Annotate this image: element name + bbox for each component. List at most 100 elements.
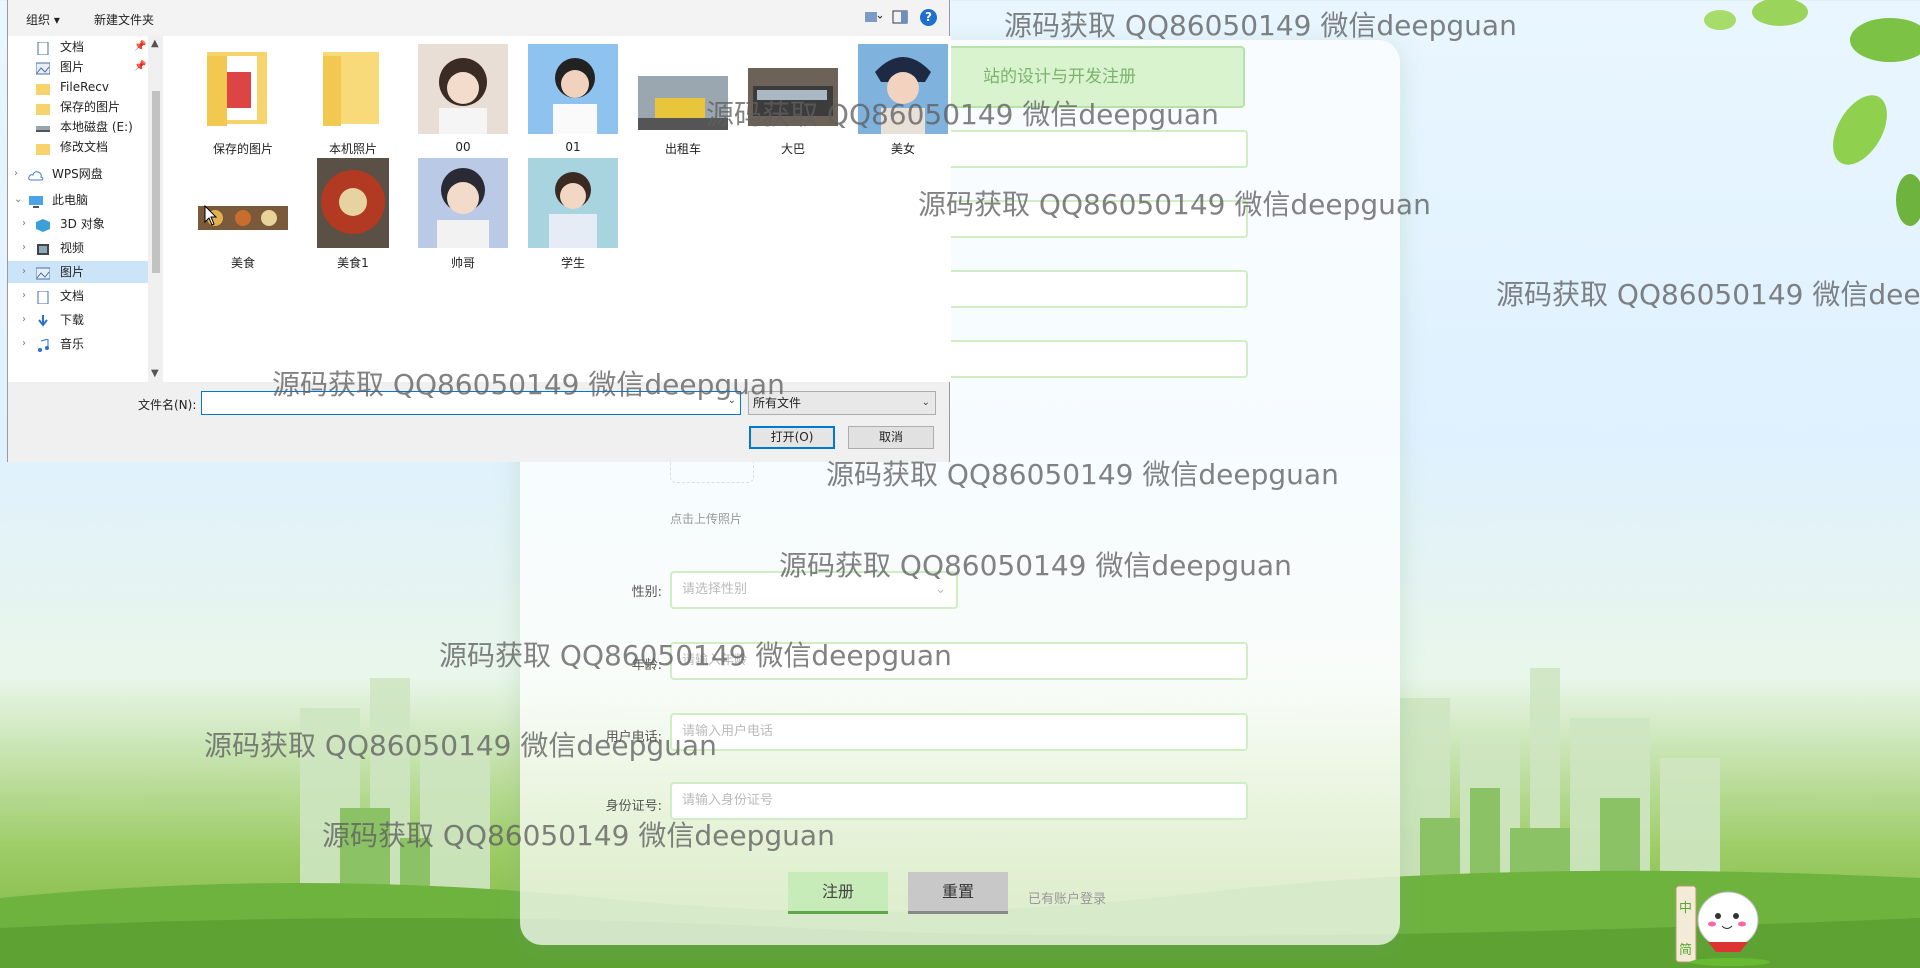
mascot-text-2: 简 bbox=[1679, 942, 1692, 958]
file-open-dialog: 组织 ▾ 新建文件夹 ? 文档 📌 图片 📌 FileRecv 保存的图片 本地… bbox=[7, 0, 951, 462]
image-thumbnail bbox=[418, 44, 508, 134]
id-number-input[interactable]: 请输入身份证号 bbox=[670, 782, 1248, 820]
nav-label: 本地磁盘 (E:) bbox=[60, 120, 133, 134]
image-thumbnail bbox=[317, 158, 389, 248]
file-name: 出租车 bbox=[664, 142, 701, 156]
nav-item-3d-objects[interactable]: › 3D 对象 bbox=[8, 213, 148, 235]
folder-icon bbox=[36, 100, 50, 115]
file-name: 保存的图片 bbox=[212, 142, 273, 156]
preview-pane-icon[interactable] bbox=[892, 10, 910, 26]
image-thumbnail bbox=[638, 76, 728, 130]
nav-scrollbar[interactable]: ▲ ▼ bbox=[148, 36, 163, 382]
file-name: 美女 bbox=[890, 142, 915, 156]
view-options-icon[interactable] bbox=[864, 10, 883, 26]
nav-item-videos[interactable]: › 视频 bbox=[8, 237, 148, 259]
scrollbar-thumb[interactable] bbox=[152, 91, 160, 273]
reset-button[interactable]: 重置 bbox=[908, 872, 1008, 914]
filetype-select[interactable]: 所有文件 ⌄ bbox=[748, 391, 936, 415]
chevron-right-icon[interactable]: › bbox=[22, 261, 26, 283]
age-input[interactable]: 请输入年龄 bbox=[670, 642, 1248, 680]
mouse-cursor-icon bbox=[204, 205, 218, 226]
chevron-down-icon[interactable]: ⌄ bbox=[728, 395, 736, 406]
download-icon bbox=[36, 313, 50, 327]
nav-item-wps-cloud[interactable]: › WPS网盘 bbox=[8, 163, 148, 185]
id-number-placeholder: 请输入身份证号 bbox=[682, 793, 774, 808]
folder-icon bbox=[36, 140, 50, 155]
navigation-pane: 文档 📌 图片 📌 FileRecv 保存的图片 本地磁盘 (E:) 修改文档 … bbox=[8, 36, 163, 382]
register-button[interactable]: 注册 bbox=[788, 872, 888, 914]
chevron-down-icon[interactable]: ⌄ bbox=[14, 189, 22, 211]
computer-icon bbox=[28, 193, 43, 208]
help-icon[interactable]: ? bbox=[920, 9, 937, 26]
nav-label: 保存的图片 bbox=[60, 100, 121, 114]
document-icon bbox=[36, 289, 50, 305]
nav-item-local-disk-e[interactable]: 本地磁盘 (E:) bbox=[8, 116, 148, 138]
picture-icon bbox=[35, 265, 51, 280]
organize-menu[interactable]: 组织 ▾ bbox=[26, 11, 60, 28]
phone-placeholder: 请输入用户电话 bbox=[682, 724, 774, 739]
nav-item-pictures-pinned[interactable]: 图片 📌 bbox=[8, 56, 148, 78]
nav-item-modify-docs[interactable]: 修改文档 bbox=[8, 136, 148, 158]
chevron-right-icon[interactable]: › bbox=[22, 285, 26, 307]
watermark-text: 源码获取 QQ86050149 微信deepguan bbox=[1496, 278, 1920, 311]
video-icon bbox=[36, 241, 50, 255]
filetype-value: 所有文件 bbox=[753, 396, 802, 410]
scroll-down-icon[interactable]: ▼ bbox=[151, 368, 159, 379]
chevron-right-icon[interactable]: › bbox=[22, 333, 26, 355]
file-name: 大巴 bbox=[780, 142, 805, 156]
picture-icon bbox=[35, 60, 51, 75]
gender-label: 性别: bbox=[631, 585, 662, 600]
nav-label: 图片 bbox=[60, 60, 85, 74]
login-link[interactable]: 已有账户登录 bbox=[1028, 888, 1106, 907]
nav-item-saved-pictures[interactable]: 保存的图片 bbox=[8, 96, 148, 118]
nav-item-documents[interactable]: › 文档 bbox=[8, 285, 148, 307]
watermark-text: 源码获取 QQ86050149 微信deepguan bbox=[1004, 9, 1517, 42]
open-button[interactable]: 打开(O) bbox=[749, 426, 835, 449]
filename-label: 文件名(N): bbox=[138, 398, 197, 412]
nav-label: 音乐 bbox=[60, 337, 85, 351]
file-name: 美食1 bbox=[337, 256, 369, 270]
image-thumbnail bbox=[528, 158, 618, 248]
cancel-button[interactable]: 取消 bbox=[848, 426, 934, 449]
file-name: 00 bbox=[455, 140, 471, 154]
nav-item-this-pc[interactable]: ⌄ 此电脑 bbox=[8, 189, 148, 211]
chevron-right-icon[interactable]: › bbox=[22, 309, 26, 331]
file-name: 美食 bbox=[230, 256, 255, 270]
caret-down-icon: ▾ bbox=[53, 13, 60, 27]
nav-item-pictures[interactable]: › 图片 bbox=[8, 261, 148, 283]
new-folder-button[interactable]: 新建文件夹 bbox=[94, 11, 154, 28]
gender-select[interactable]: 请选择性别 ⌄ bbox=[670, 571, 958, 609]
nav-item-downloads[interactable]: › 下载 bbox=[8, 309, 148, 331]
chevron-right-icon[interactable]: › bbox=[22, 213, 26, 235]
chevron-down-icon: ⌄ bbox=[935, 582, 946, 597]
folder-thumbnail bbox=[207, 52, 267, 126]
nav-label: 文档 bbox=[60, 40, 85, 54]
scroll-up-icon[interactable]: ▲ bbox=[151, 38, 159, 49]
phone-input[interactable]: 请输入用户电话 bbox=[670, 713, 1248, 751]
file-list-pane: 保存的图片 本机照片 00 01 出租车 大巴 美女 美食 美食1 帅哥 学生 bbox=[163, 36, 951, 382]
id-number-label: 身份证号: bbox=[605, 799, 662, 814]
organize-label: 组织 bbox=[26, 13, 51, 27]
nav-label: 图片 bbox=[60, 265, 85, 279]
registration-title: 站的设计与开发注册 bbox=[983, 67, 1136, 87]
nav-label: 文档 bbox=[60, 289, 85, 303]
chevron-down-icon: ⌄ bbox=[921, 397, 930, 408]
cube-icon bbox=[36, 217, 50, 232]
image-thumbnail bbox=[858, 44, 948, 134]
filename-input[interactable]: ⌄ bbox=[201, 391, 741, 415]
nav-item-filerecv[interactable]: FileRecv bbox=[8, 76, 148, 98]
nav-item-documents-pinned[interactable]: 文档 📌 bbox=[8, 36, 148, 58]
age-label: 年龄: bbox=[631, 658, 662, 673]
chevron-right-icon[interactable]: › bbox=[22, 237, 26, 259]
nav-label: 视频 bbox=[60, 241, 85, 255]
drive-icon bbox=[36, 120, 50, 133]
nav-label: 3D 对象 bbox=[60, 217, 105, 231]
file-name: 帅哥 bbox=[450, 256, 475, 270]
image-thumbnail bbox=[418, 158, 508, 248]
pin-icon: 📌 bbox=[134, 61, 147, 72]
folder-icon bbox=[36, 80, 50, 95]
chevron-right-icon[interactable]: › bbox=[14, 163, 18, 185]
nav-item-music[interactable]: › 音乐 bbox=[8, 333, 148, 355]
nav-label: FileRecv bbox=[60, 80, 109, 94]
pin-icon: 📌 bbox=[134, 41, 147, 52]
